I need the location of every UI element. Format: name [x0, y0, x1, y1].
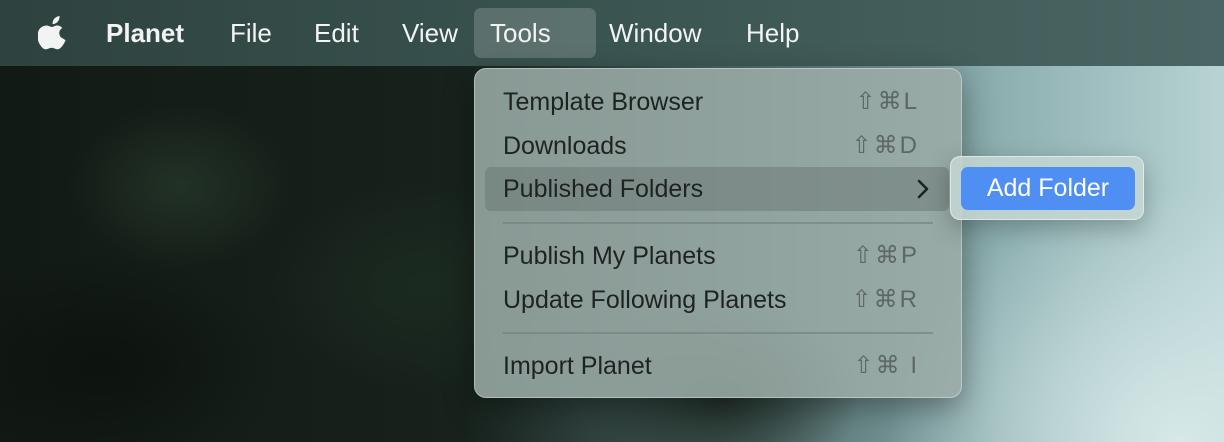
- menu-item-label: Publish My Planets: [503, 242, 716, 270]
- menu-item-label: Update Following Planets: [503, 286, 787, 314]
- menu-item-import-planet[interactable]: Import Planet ⇧⌘ I: [485, 344, 949, 388]
- shortcut-label: ⇧⌘D: [851, 132, 919, 159]
- menu-separator: [503, 222, 933, 224]
- menu-item-label: Import Planet: [503, 352, 652, 380]
- menu-item-update-following-planets[interactable]: Update Following Planets ⇧⌘R: [485, 278, 949, 322]
- menu-item-label: Published Folders: [503, 175, 704, 203]
- shortcut-label: ⇧⌘ I: [853, 352, 919, 379]
- published-folders-submenu: Add Folder: [950, 156, 1144, 220]
- menu-item-label: Template Browser: [503, 88, 704, 116]
- shortcut-label: ⇧⌘R: [851, 286, 919, 313]
- menu-bar: Planet File Edit View Tools Window Help: [0, 0, 1224, 66]
- apple-logo-icon[interactable]: [38, 14, 70, 50]
- menu-bar-view[interactable]: View: [386, 8, 474, 58]
- menu-item-template-browser[interactable]: Template Browser ⇧⌘L: [485, 80, 949, 124]
- menu-bar-file[interactable]: File: [214, 8, 288, 58]
- menu-bar-app-name[interactable]: Planet: [90, 8, 200, 58]
- shortcut-label: ⇧⌘P: [852, 242, 919, 269]
- menu-bar-help[interactable]: Help: [730, 8, 815, 58]
- menu-bar-tools[interactable]: Tools: [474, 8, 596, 58]
- menu-separator: [503, 332, 933, 334]
- tools-menu: Template Browser ⇧⌘L Downloads ⇧⌘D Publi…: [474, 68, 962, 398]
- shortcut-label: ⇧⌘L: [855, 88, 919, 115]
- menu-item-published-folders[interactable]: Published Folders: [485, 167, 949, 211]
- add-folder-menu-item[interactable]: Add Folder: [961, 167, 1135, 210]
- menu-item-publish-my-planets[interactable]: Publish My Planets ⇧⌘P: [485, 234, 949, 278]
- menu-item-label: Downloads: [503, 132, 627, 160]
- chevron-right-icon: [917, 179, 929, 199]
- menu-bar-window[interactable]: Window: [593, 8, 717, 58]
- menu-item-downloads[interactable]: Downloads ⇧⌘D: [485, 124, 949, 168]
- menu-bar-edit[interactable]: Edit: [298, 8, 375, 58]
